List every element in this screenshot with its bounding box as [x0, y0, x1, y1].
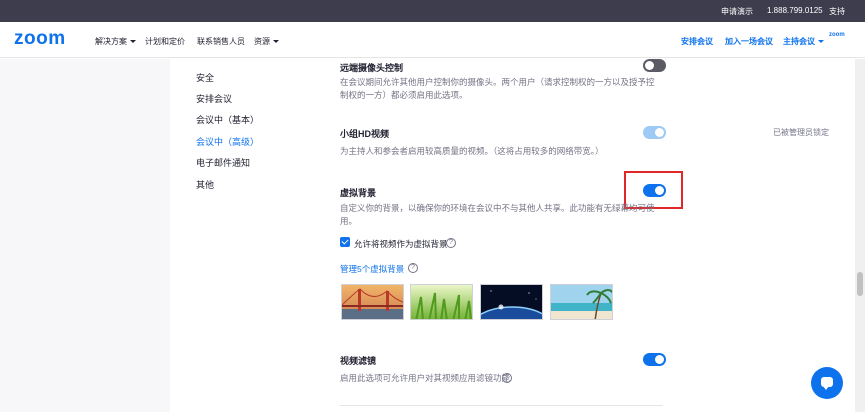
host-meeting-link[interactable]: 主持会议 — [783, 36, 824, 47]
toggle-knob — [645, 61, 654, 70]
golden-gate-bridge-image — [342, 285, 403, 319]
chevron-down-icon — [818, 40, 824, 44]
sidebar-item-email-notification[interactable]: 电子邮件通知 — [196, 156, 250, 169]
beach-palm-image — [551, 285, 612, 319]
zoom-logo[interactable]: zoom — [14, 28, 66, 50]
nav-resources[interactable]: 资源 — [254, 36, 279, 47]
help-icon[interactable]: ? — [408, 263, 418, 273]
chat-support-button[interactable] — [811, 367, 843, 399]
allow-video-background-checkbox[interactable] — [340, 237, 350, 247]
admin-locked-note: 已被管理员锁定 — [773, 128, 829, 137]
camera-control-title: 远端摄像头控制 — [340, 63, 404, 73]
sidebar-item-other[interactable]: 其他 — [196, 178, 214, 191]
background-thumbnail-earth[interactable] — [480, 284, 543, 320]
nav-resources-label: 资源 — [254, 37, 270, 46]
nav-solutions-label: 解决方案 — [95, 37, 127, 46]
sidebar-item-security[interactable]: 安全 — [196, 71, 214, 84]
help-icon[interactable]: ? — [502, 373, 512, 383]
top-utility-bar: 申请演示 1.888.799.0125 支持 — [0, 0, 865, 22]
phone-number: 1.888.799.0125 — [767, 6, 823, 15]
background-thumbnail-beach[interactable] — [550, 284, 613, 320]
nav-solutions[interactable]: 解决方案 — [95, 36, 136, 47]
earth-from-space-image — [481, 285, 542, 319]
toggle-knob — [655, 128, 664, 137]
virtual-background-title: 虚拟背景 — [340, 188, 377, 198]
nav-contact-sales[interactable]: 联系销售人员 — [197, 36, 245, 47]
sidebar-item-in-meeting-advanced[interactable]: 会议中（高级） — [196, 135, 259, 148]
main-navigation: zoom 解决方案 计划和定价 联系销售人员 资源 安排会议 加入一场会议 主持… — [0, 22, 865, 58]
hd-video-title: 小组HD视频 — [340, 129, 389, 139]
green-grass-image — [411, 285, 472, 319]
camera-control-desc-line1: 在会议期间允许其他用户控制你的摄像头。两个用户（请求控制权的一方以及授予控 — [340, 77, 655, 87]
nav-plans[interactable]: 计划和定价 — [145, 36, 185, 47]
sidebar-item-schedule[interactable]: 安排会议 — [196, 92, 232, 105]
settings-sidebar: 安全 安排会议 会议中（基本） 会议中（高级） 电子邮件通知 其他 — [170, 59, 320, 412]
camera-control-description: 在会议期间允许其他用户控制你的摄像头。两个用户（请求控制权的一方以及授予控 制权… — [340, 76, 655, 102]
virtual-background-description: 自定义你的背景，以确保你的环境在会议中不与其他人共享。此功能有无绿幕均可使 用。 — [340, 202, 655, 228]
toggle-knob — [655, 355, 664, 364]
hd-video-description: 为主持人和参会者启用较高质量的视频。（这将占用较多的网络带宽。） — [340, 146, 604, 156]
zoom-mini-logo: zoom — [829, 32, 845, 38]
virtual-background-desc-line1: 自定义你的背景，以确保你的环境在会议中不与其他人共享。此功能有无绿幕均可使 — [340, 203, 655, 213]
chat-bubble-tail — [823, 386, 829, 390]
support-link[interactable]: 支持 — [829, 6, 845, 17]
chevron-down-icon — [130, 40, 136, 44]
background-thumbnail-golden-gate[interactable] — [341, 284, 404, 320]
camera-control-desc-line2: 制权的一方）都必须启用此选项。 — [340, 90, 468, 100]
join-meeting-link[interactable]: 加入一场会议 — [725, 36, 773, 47]
virtual-background-desc-line2: 用。 — [340, 216, 358, 226]
video-filters-toggle[interactable] — [643, 353, 666, 366]
camera-control-toggle[interactable] — [643, 59, 666, 72]
host-meeting-label: 主持会议 — [783, 37, 815, 46]
video-filters-title: 视频滤镜 — [340, 356, 377, 366]
manage-virtual-backgrounds-link[interactable]: 管理5个虚拟背景 — [340, 263, 404, 275]
request-demo-link[interactable]: 申请演示 — [721, 6, 753, 17]
help-icon[interactable]: ? — [446, 238, 456, 248]
divider — [340, 405, 663, 406]
background-thumbnail-grass[interactable] — [410, 284, 473, 320]
scrollbar-track[interactable] — [855, 59, 865, 412]
settings-content: 远端摄像头控制 在会议期间允许其他用户控制你的摄像头。两个用户（请求控制权的一方… — [320, 59, 855, 412]
allow-video-background-label: 允许将视频作为虚拟背景 — [354, 239, 448, 249]
scrollbar-thumb[interactable] — [857, 272, 863, 296]
sidebar-item-in-meeting-basic[interactable]: 会议中（基本） — [196, 113, 259, 126]
chevron-down-icon — [273, 40, 279, 44]
schedule-meeting-link[interactable]: 安排会议 — [681, 36, 713, 47]
video-filters-description: 启用此选项可允许用户对其视频应用滤镜功能 — [340, 373, 511, 383]
left-gutter — [0, 59, 170, 412]
hd-video-toggle — [643, 126, 666, 139]
